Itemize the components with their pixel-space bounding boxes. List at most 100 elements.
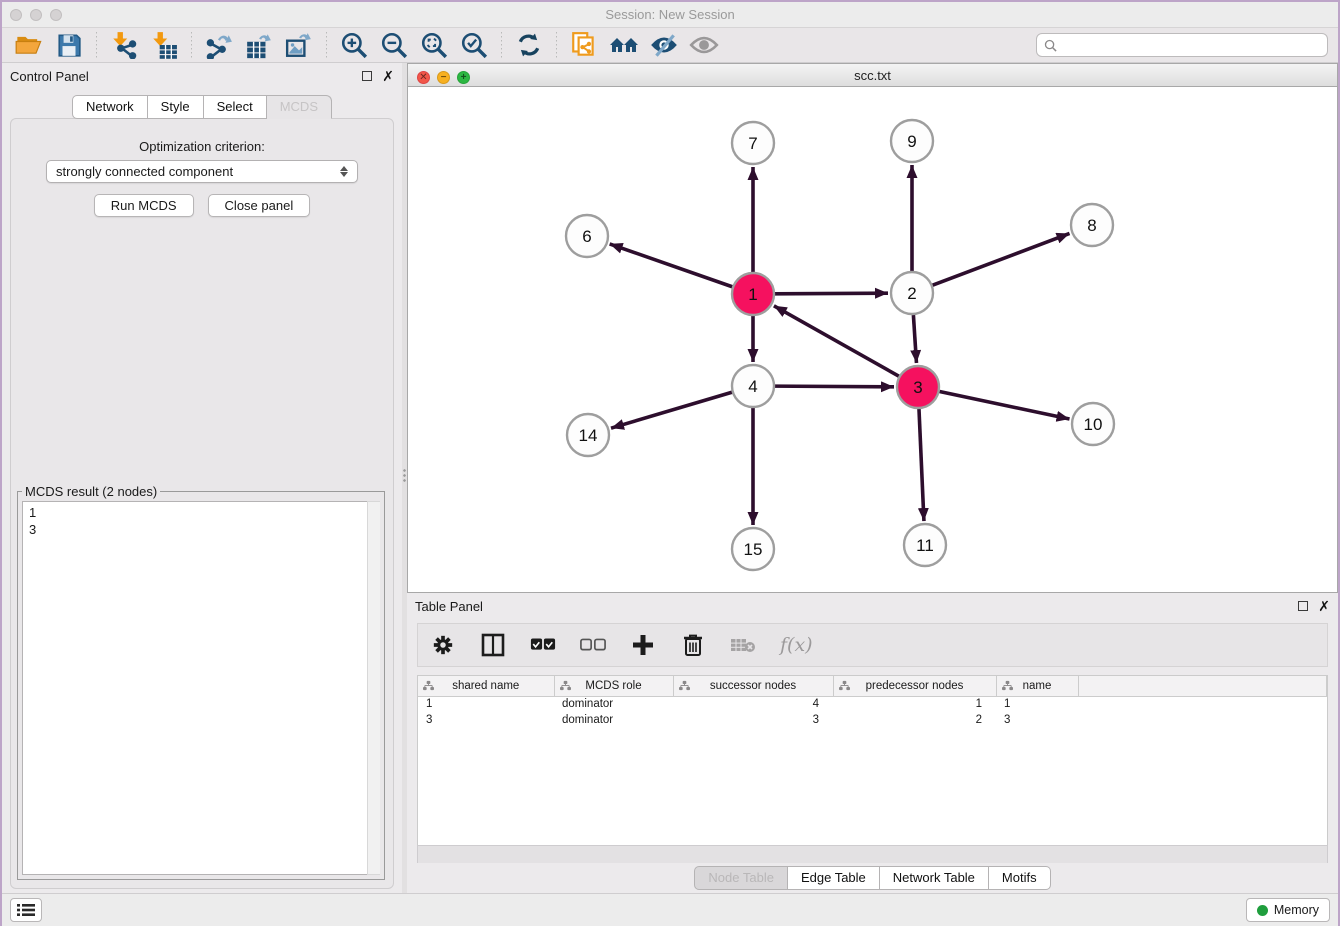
network-close-icon[interactable]: ✕ [417,71,430,84]
tab-mcds[interactable]: MCDS [267,95,332,119]
memory-status-icon [1257,905,1268,916]
close-window-button[interactable] [10,9,22,21]
refresh-layout-icon[interactable] [512,30,546,60]
edge-3-11[interactable] [919,409,924,521]
mcds-result-line: 1 [29,504,373,521]
open-file-icon[interactable] [12,30,46,60]
mcds-result-text[interactable]: 13 [22,501,380,875]
zoom-window-button[interactable] [50,9,62,21]
select-all-columns-icon[interactable] [530,632,556,658]
search-icon [1044,39,1057,52]
run-mcds-button[interactable]: Run MCDS [94,194,194,217]
table-cell[interactable]: 1 [996,696,1078,712]
edge-1-2[interactable] [775,293,888,294]
optimization-label: Optimization criterion: [11,139,393,154]
edge-2-3[interactable] [913,315,916,363]
graph-node-label: 11 [916,536,934,555]
toolbar-separator [96,32,97,58]
table-row[interactable]: 1dominator411 [418,696,1327,712]
app-titlebar: Session: New Session [2,2,1338,28]
close-panel-button[interactable]: Close panel [208,194,311,217]
table-cell[interactable]: 4 [673,696,833,712]
column-header-predecessor-nodes[interactable]: predecessor nodes [833,676,996,696]
table-cell[interactable]: 1 [833,696,996,712]
control-panel: Control Panel ✗ NetworkStyleSelectMCDS O… [2,63,402,893]
tab-select[interactable]: Select [204,95,267,119]
zoom-in-icon[interactable] [337,30,371,60]
zoom-fit-icon[interactable] [417,30,451,60]
function-builder-icon: f(x) [780,634,813,656]
node-table: shared nameMCDS rolesuccessor nodesprede… [417,675,1328,845]
table-cell[interactable]: 3 [996,712,1078,728]
close-panel-icon[interactable]: ✗ [382,71,394,81]
table-cell[interactable]: 3 [673,712,833,728]
column-header-shared-name[interactable]: shared name [418,676,554,696]
table-panel: Table Panel ✗ [407,593,1338,893]
column-header-successor-nodes[interactable]: successor nodes [673,676,833,696]
table-cell[interactable]: 2 [833,712,996,728]
mcds-tab-content: Optimization criterion: strongly connect… [10,118,394,889]
graph-node-label: 10 [1084,415,1103,434]
edge-1-6[interactable] [610,244,733,287]
save-session-icon[interactable] [52,30,86,60]
column-header-MCDS-role[interactable]: MCDS role [554,676,673,696]
clone-network-icon[interactable] [567,30,601,60]
float-panel-icon[interactable] [362,71,372,81]
tab-network-table[interactable]: Network Table [880,866,989,890]
delete-column-icon[interactable] [680,632,706,658]
search-input[interactable] [1062,38,1320,52]
first-neighbors-icon[interactable] [607,30,641,60]
search-box[interactable] [1036,33,1328,57]
memory-button[interactable]: Memory [1246,898,1330,922]
hierarchy-icon [1002,680,1013,694]
network-graph[interactable]: 7968124314101511 [408,87,1335,587]
graph-node-label: 1 [748,285,757,304]
export-image-icon[interactable] [282,30,316,60]
unselect-all-columns-icon[interactable] [580,632,606,658]
zoom-selected-icon[interactable] [457,30,491,60]
task-history-button[interactable] [10,898,42,922]
export-table-icon[interactable] [242,30,276,60]
tab-motifs[interactable]: Motifs [989,866,1051,890]
result-scrollbar[interactable] [367,501,380,875]
network-maximize-icon[interactable]: + [457,71,470,84]
tab-edge-table[interactable]: Edge Table [788,866,880,890]
table-hscroll-area[interactable] [417,845,1328,863]
edge-3-10[interactable] [940,392,1070,419]
memory-label: Memory [1274,903,1319,917]
edge-4-14[interactable] [611,392,732,428]
network-canvas[interactable]: 7968124314101511 [407,87,1338,593]
import-network-icon[interactable] [107,30,141,60]
column-header-name[interactable]: name [996,676,1078,696]
network-window-titlebar[interactable]: ✕ − + scc.txt [407,63,1338,87]
tab-network[interactable]: Network [72,95,148,119]
tab-node-table[interactable]: Node Table [694,866,788,890]
toolbar-separator [501,32,502,58]
table-cell[interactable]: 3 [418,712,554,728]
table-options-icon[interactable] [430,632,456,658]
edge-4-3[interactable] [775,386,894,387]
table-cell[interactable]: dominator [554,696,673,712]
export-network-icon[interactable] [202,30,236,60]
float-table-panel-icon[interactable] [1298,601,1308,611]
main-toolbar [2,28,1338,63]
network-minimize-icon[interactable]: − [437,71,450,84]
table-cell[interactable]: dominator [554,712,673,728]
zoom-out-icon[interactable] [377,30,411,60]
close-table-panel-icon[interactable]: ✗ [1318,601,1330,611]
window-controls[interactable] [10,9,62,21]
tab-style[interactable]: Style [148,95,204,119]
import-table-icon[interactable] [147,30,181,60]
edge-3-1[interactable] [774,306,899,376]
toggle-panel-mode-icon[interactable] [480,632,506,658]
table-cell[interactable]: 1 [418,696,554,712]
hide-selected-icon[interactable] [647,30,681,60]
graph-node-label: 2 [907,284,916,303]
minimize-window-button[interactable] [30,9,42,21]
table-row[interactable]: 3dominator323 [418,712,1327,728]
edge-2-8[interactable] [933,233,1070,285]
optimization-select[interactable]: strongly connected component [46,160,358,183]
optimization-value: strongly connected component [56,164,233,179]
add-column-icon[interactable] [630,632,656,658]
hierarchy-icon [423,680,434,694]
